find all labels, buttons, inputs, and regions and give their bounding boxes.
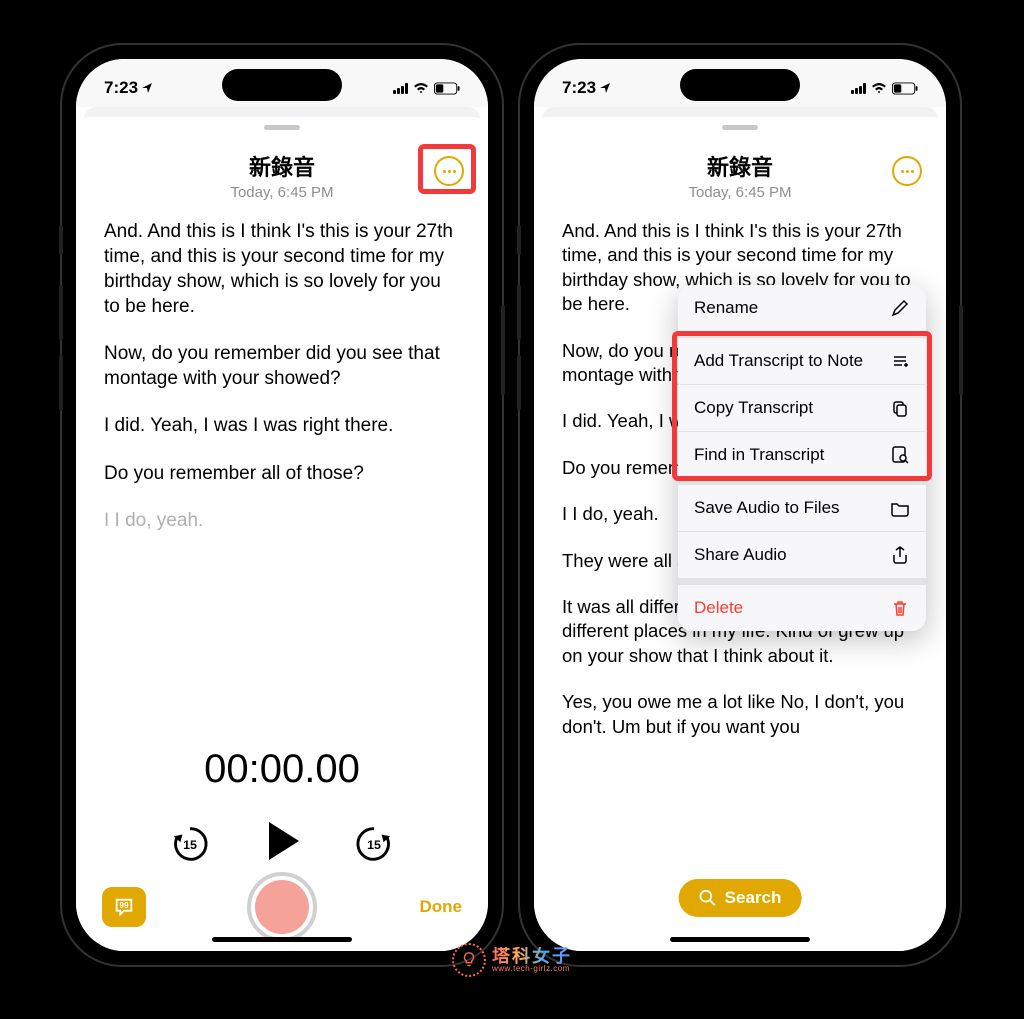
ellipsis-icon [901,170,914,173]
transcript-line: Do you remember all of those? [104,461,460,486]
screen-right: 7:23 新錄音 Today, 6:45 PM [534,59,946,951]
status-time: 7:23 [104,78,138,98]
menu-rename[interactable]: Rename [678,285,926,332]
transcript-line: Yes, you owe me a lot like No, I don't, … [562,690,918,739]
cellular-icon [851,83,866,94]
status-bar: 7:23 [534,59,946,107]
status-time: 7:23 [562,78,596,98]
logo-text-en: www.tech-girlz.com [492,965,572,973]
home-indicator[interactable] [670,937,810,942]
volume-down [517,355,521,410]
side-button [959,305,963,395]
svg-text:15: 15 [183,837,197,851]
logo-text-cn: 塔科女子 [492,947,572,965]
done-button[interactable]: Done [420,897,463,917]
transcript-line: Now, do you remember did you see that mo… [104,341,460,391]
battery-icon [434,82,460,95]
sheet: 新錄音 Today, 6:45 PM And. And this is I th… [76,117,488,951]
record-icon [255,880,309,934]
skip-back-button[interactable]: 15 [169,823,211,865]
side-button [501,305,505,395]
status-bar: 7:23 [76,59,488,107]
copy-icon [890,398,910,418]
menu-share-audio[interactable]: Share Audio [678,532,926,579]
sheet-grabber[interactable] [722,125,758,130]
transcript-line: I did. Yeah, I was I was right there. [104,413,460,438]
dynamic-island [680,69,800,101]
menu-find-in-transcript[interactable]: Find in Transcript [678,432,926,479]
more-button[interactable] [434,156,464,186]
volume-up [517,285,521,340]
volume-down [59,355,63,410]
add-note-icon [890,351,910,371]
menu-copy-transcript[interactable]: Copy Transcript [678,385,926,432]
ellipsis-icon [443,170,456,173]
sheet-grabber[interactable] [264,125,300,130]
dynamic-island [222,69,342,101]
home-indicator[interactable] [212,937,352,942]
location-icon [141,82,153,94]
transcript-line: And. And this is I think I's this is you… [104,219,460,319]
context-menu: Rename Add Transcript to Note Copy Trans… [678,285,926,631]
menu-label: Delete [694,598,743,618]
menu-label: Find in Transcript [694,445,824,465]
find-icon [890,445,910,465]
search-icon [699,889,717,907]
recording-title: 新錄音 [554,150,926,182]
playback-controls: 15 15 [76,818,488,869]
menu-label: Save Audio to Files [694,498,840,518]
screen-left: 7:23 新錄音 Today, 6:45 PM [76,59,488,951]
wifi-icon [413,82,429,94]
mute-switch [59,225,63,255]
svg-text:99: 99 [119,901,129,910]
wifi-icon [871,82,887,94]
watermark-logo: 塔科女子 www.tech-girlz.com [452,943,572,977]
volume-up [59,285,63,340]
transcript-line: I I do, yeah. [104,508,460,533]
menu-label: Share Audio [694,545,787,565]
phone-right: 7:23 新錄音 Today, 6:45 PM [520,45,960,965]
menu-save-audio-to-files[interactable]: Save Audio to Files [678,485,926,532]
menu-delete[interactable]: Delete [678,585,926,631]
playback-timer: 00:00.00 [76,747,488,792]
recording-subtitle: Today, 6:45 PM [554,184,926,201]
more-button[interactable] [892,156,922,186]
share-icon [890,545,910,565]
folder-icon [890,498,910,518]
recording-subtitle: Today, 6:45 PM [96,184,468,201]
recording-title: 新錄音 [96,150,468,182]
skip-forward-button[interactable]: 15 [353,823,395,865]
cellular-icon [393,83,408,94]
pencil-icon [890,298,910,318]
location-icon [599,82,611,94]
mute-switch [517,225,521,255]
transcript-toggle-button[interactable]: 99 [102,887,146,927]
battery-icon [892,82,918,95]
svg-text:15: 15 [367,837,381,851]
menu-label: Add Transcript to Note [694,351,863,371]
recording-header: 新錄音 Today, 6:45 PM [534,136,946,211]
bulb-icon [452,943,486,977]
menu-label: Copy Transcript [694,398,813,418]
sheet: 新錄音 Today, 6:45 PM And. And this is I th… [534,117,946,951]
phone-left: 7:23 新錄音 Today, 6:45 PM [62,45,502,965]
trash-icon [890,598,910,618]
record-button[interactable] [247,872,317,942]
recording-header: 新錄音 Today, 6:45 PM [76,136,488,211]
search-button[interactable]: Search [679,879,802,917]
play-button[interactable] [259,818,305,869]
menu-label: Rename [694,298,758,318]
search-label: Search [725,888,782,908]
transcript-left[interactable]: And. And this is I think I's this is you… [76,211,488,737]
menu-add-transcript-to-note[interactable]: Add Transcript to Note [678,338,926,385]
